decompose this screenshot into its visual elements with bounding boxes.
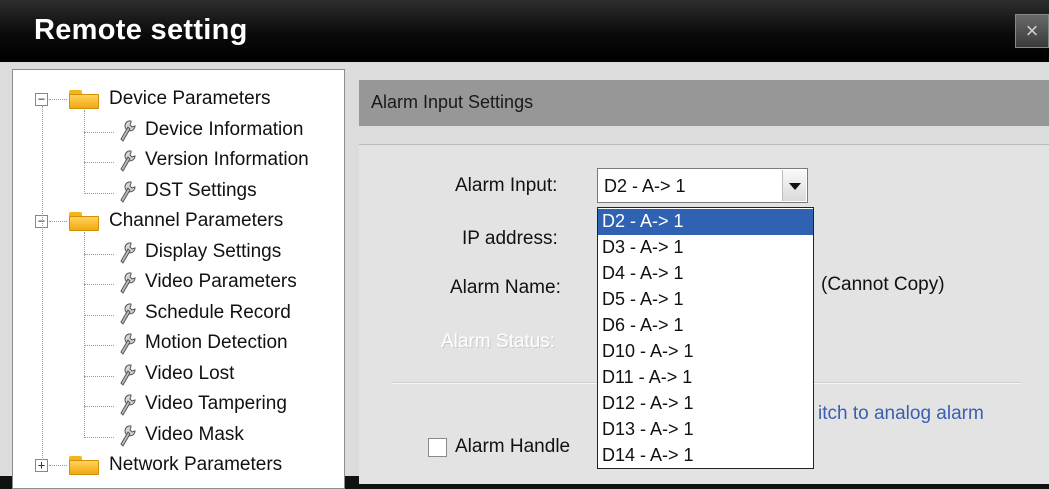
tree-item-video-parameters[interactable]: Video Parameters (13, 267, 343, 297)
dropdown-option[interactable]: D11 - A-> 1 (598, 365, 813, 391)
tree-connector (84, 345, 114, 346)
tree-item-label: Video Mask (145, 423, 244, 445)
alarm-input-value: D2 - A-> 1 (604, 176, 686, 196)
tree-connector (84, 131, 114, 133)
tree-item-schedule-record[interactable]: Schedule Record (13, 298, 343, 328)
tree-item-version-information[interactable]: Version Information (13, 145, 343, 175)
tree-item-label: DST Settings (145, 179, 257, 201)
alarm-handle-label: Alarm Handle (455, 436, 571, 457)
tree-connector (84, 110, 85, 194)
folder-icon (69, 456, 99, 475)
wrench-icon (118, 149, 138, 173)
wrench-icon (118, 302, 138, 326)
wrench-icon (118, 363, 138, 387)
alarm-input-dropdown-list: D2 - A-> 1 D3 - A-> 1 D4 - A-> 1 D5 - A-> 1… (597, 207, 814, 469)
dropdown-arrow-button[interactable] (782, 170, 806, 201)
tree-item-video-tampering[interactable]: Video Tampering (13, 389, 343, 419)
section-title: Alarm Input Settings (371, 92, 534, 112)
tree-connector (42, 106, 43, 460)
tree-connector (49, 221, 67, 222)
alarm-status-label: Alarm Status: (441, 331, 556, 352)
dropdown-option[interactable]: D4 - A-> 1 (598, 261, 813, 287)
tree-connector (84, 232, 85, 438)
dropdown-option[interactable]: D3 - A-> 1 (598, 235, 813, 261)
collapse-icon[interactable]: − (35, 93, 48, 106)
dropdown-option[interactable]: D10 - A-> 1 (598, 339, 813, 365)
dropdown-option[interactable]: D6 - A-> 1 (598, 313, 813, 339)
tree-connector (84, 436, 114, 438)
tree-connector (84, 406, 114, 407)
folder-icon (69, 212, 99, 231)
tree-item-label: Display Settings (145, 240, 282, 262)
tree-item-label: Motion Detection (145, 332, 288, 353)
expand-icon[interactable]: + (35, 459, 48, 472)
wrench-icon (118, 271, 138, 295)
dropdown-option[interactable]: D13 - A-> 1 (598, 417, 813, 443)
tree-item-video-lost[interactable]: Video Lost (13, 359, 343, 389)
alarm-input-select[interactable]: D2 - A-> 1 (597, 168, 808, 203)
tree-item-motion-detection[interactable]: Motion Detection (13, 328, 343, 358)
settings-tree: − Device Parameters Device Information Vers… (12, 69, 345, 489)
dropdown-option[interactable]: D12 - A-> 1 (598, 391, 813, 417)
tree-folder-label: Network Parameters (109, 454, 283, 475)
tree-item-label: Video Tampering (145, 393, 287, 414)
wrench-icon (118, 393, 138, 417)
folder-icon (69, 90, 99, 109)
section-header: Alarm Input Settings (359, 80, 1049, 126)
tree-connector (84, 192, 114, 194)
tree-connector (84, 314, 114, 316)
tree-connector (84, 253, 114, 255)
chevron-down-icon (789, 183, 801, 190)
tree-item-label: Device Information (145, 118, 304, 140)
tree-item-dst-settings[interactable]: DST Settings (13, 176, 343, 206)
tree-folder-label: Device Parameters (109, 88, 271, 109)
tree-connector (84, 284, 114, 285)
alarm-input-label: Alarm Input: (455, 175, 558, 196)
tree-connector (49, 99, 67, 100)
close-button[interactable]: × (1015, 14, 1049, 48)
tree-item-display-settings[interactable]: Display Settings (13, 237, 343, 267)
dropdown-option[interactable]: D5 - A-> 1 (598, 287, 813, 313)
tree-folder-label: Channel Parameters (109, 210, 284, 231)
remote-setting-window: Remote setting × − Device Parameters Devic… (0, 0, 1049, 489)
switch-to-analog-alarm-link[interactable]: itch to analog alarm (818, 403, 984, 425)
tree-item-label: Version Information (145, 149, 309, 170)
tree-item-label: Video Parameters (145, 271, 297, 292)
tree-item-video-mask[interactable]: Video Mask (13, 420, 343, 450)
tree-connector (84, 375, 114, 377)
tree-item-label: Schedule Record (145, 301, 291, 323)
wrench-icon (118, 332, 138, 356)
dropdown-option[interactable]: D2 - A-> 1 (598, 209, 813, 235)
ip-address-label: IP address: (462, 228, 558, 249)
wrench-icon (118, 241, 138, 265)
tree-folder-device-parameters[interactable]: − Device Parameters (13, 84, 343, 114)
tree-item-device-information[interactable]: Device Information (13, 115, 343, 145)
wrench-icon (118, 180, 138, 204)
tree-item-label: Video Lost (145, 362, 235, 384)
window-title: Remote setting (34, 14, 248, 46)
wrench-icon (118, 119, 138, 143)
tree-folder-channel-parameters[interactable]: − Channel Parameters (13, 206, 343, 236)
tree-connector (49, 465, 67, 466)
tree-connector (84, 162, 114, 163)
alarm-name-label: Alarm Name: (450, 277, 561, 298)
alarm-handle-checkbox[interactable] (428, 438, 447, 457)
dropdown-option[interactable]: D14 - A-> 1 (598, 443, 813, 469)
wrench-icon (118, 424, 138, 448)
title-bar: Remote setting × (0, 0, 1049, 62)
cannot-copy-note: (Cannot Copy) (821, 274, 945, 295)
